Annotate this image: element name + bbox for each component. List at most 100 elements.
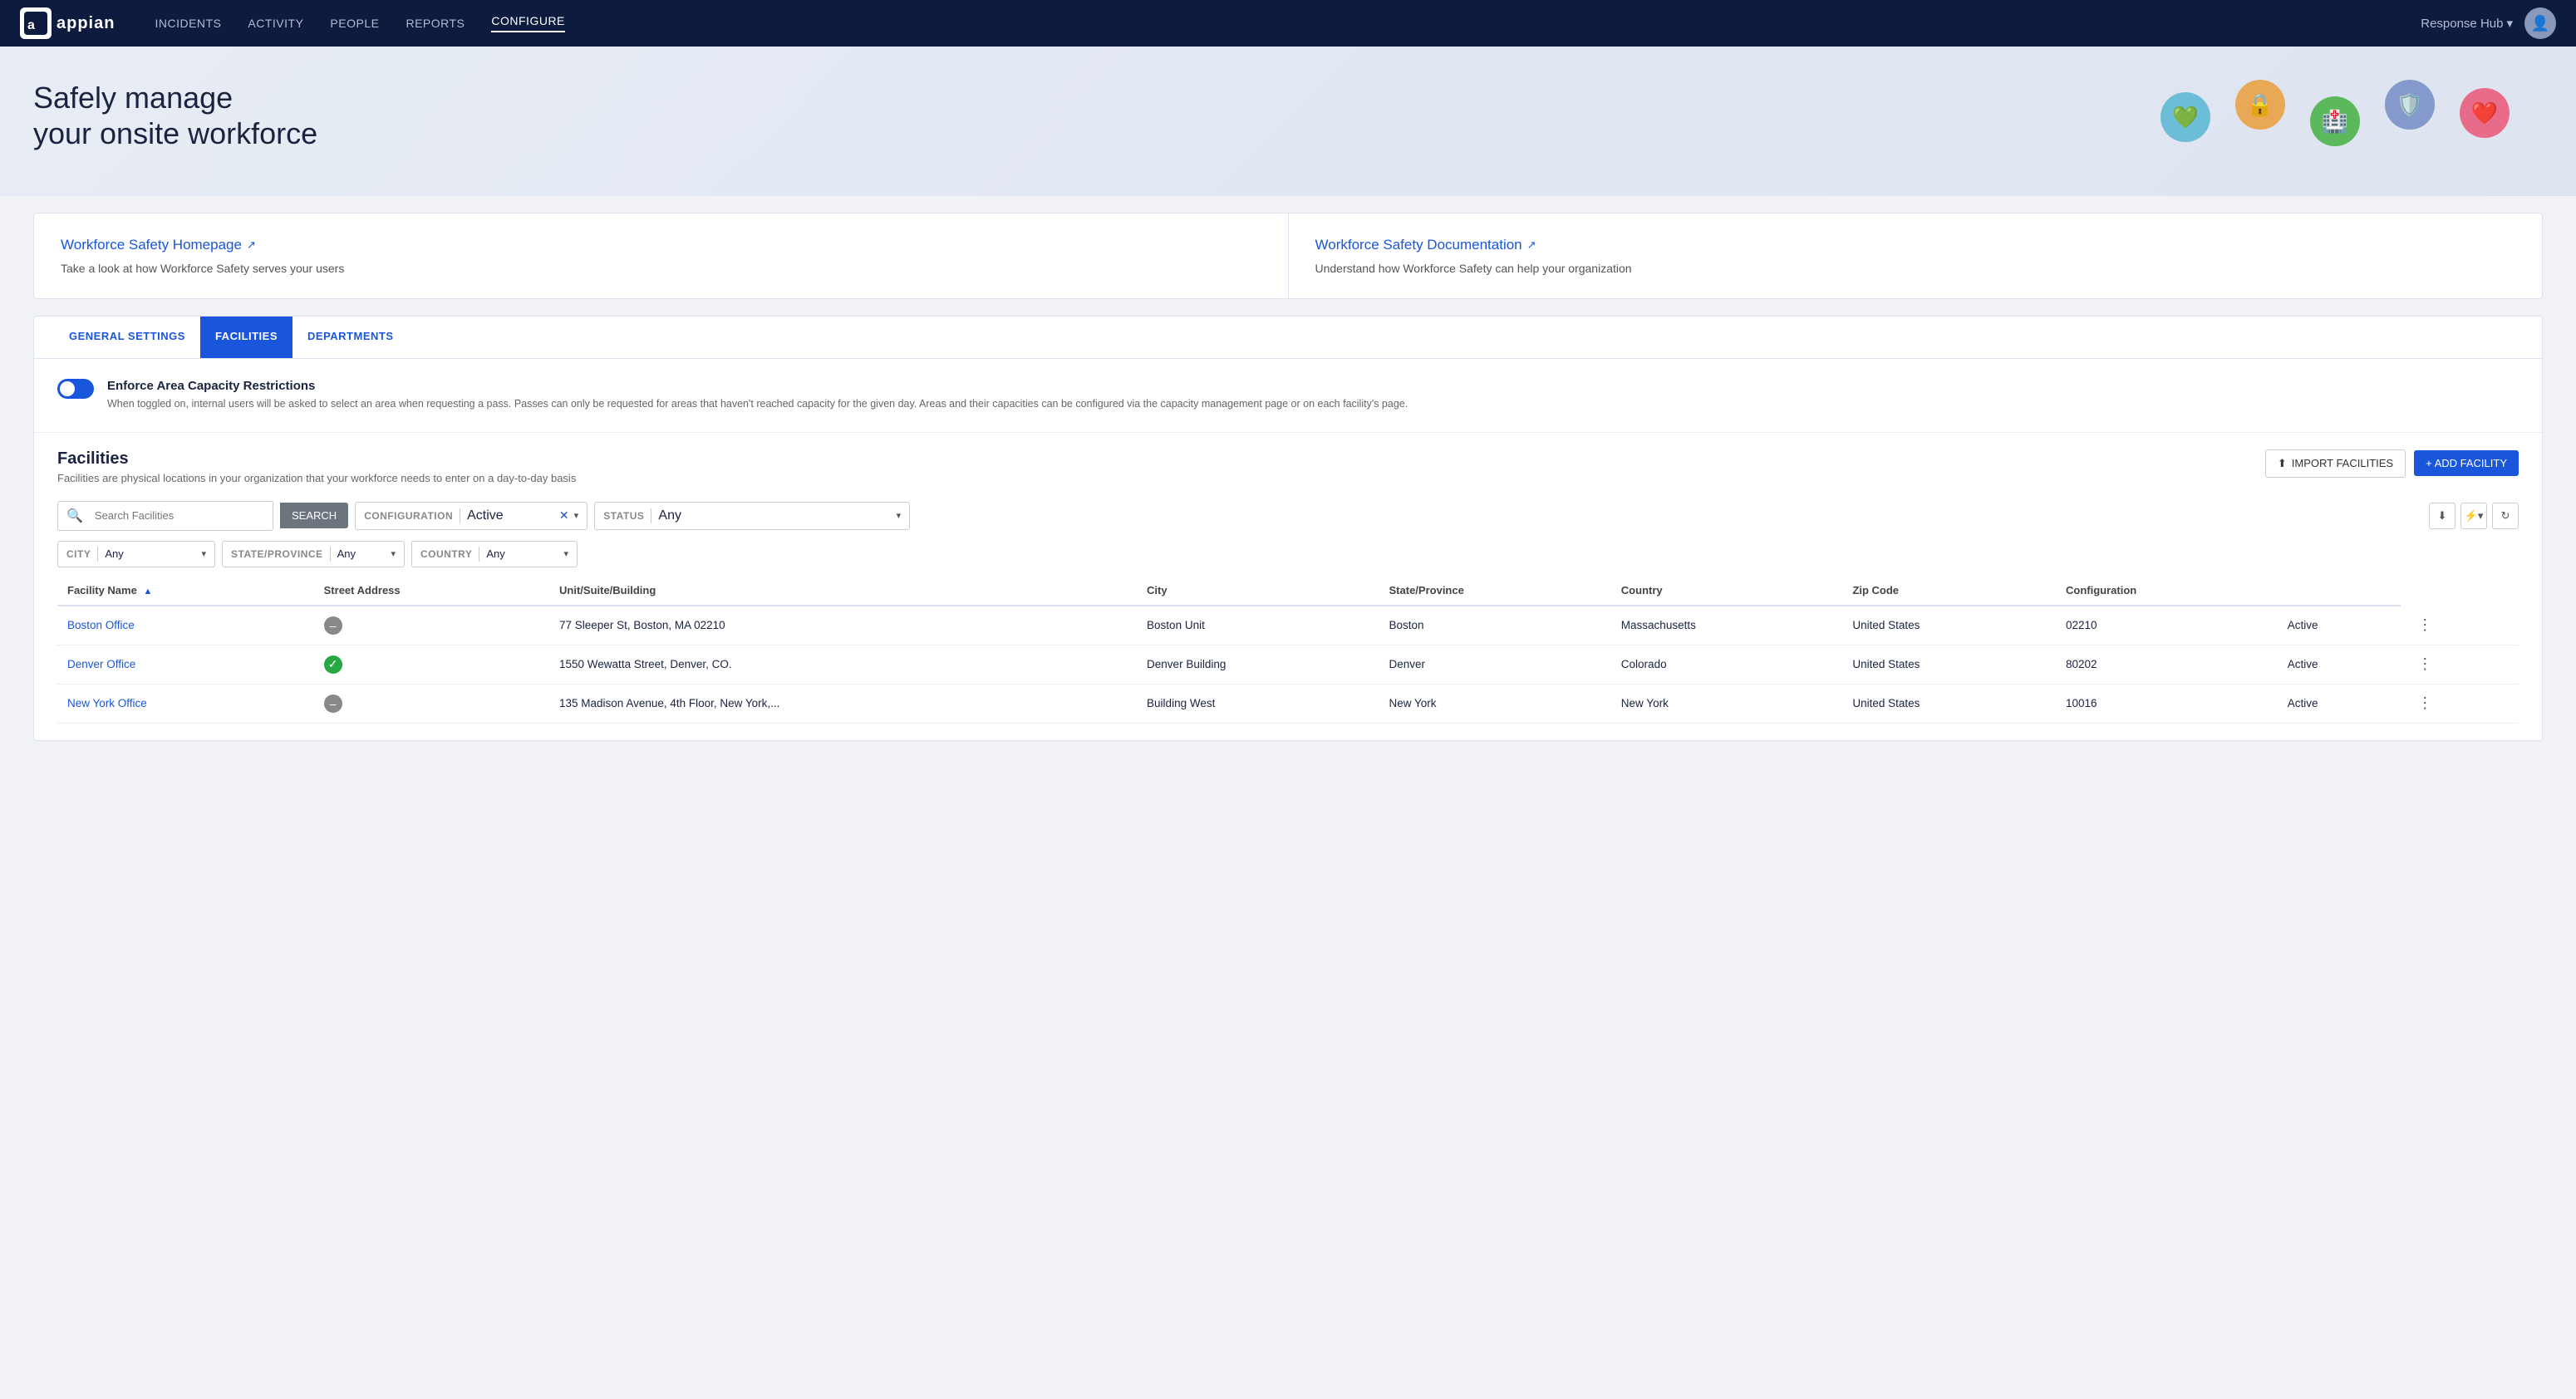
hero-icon-pulse: 💚 — [2161, 92, 2210, 142]
state-filter-label: STATE/PROVINCE — [231, 548, 323, 560]
city-filter[interactable]: CITY Any ▾ — [57, 541, 215, 567]
city-cell: Boston — [1379, 606, 1611, 646]
state-cell: Colorado — [1611, 645, 1843, 684]
tab-bar: GENERAL SETTINGS FACILITIES DEPARTMENTS — [34, 317, 2542, 359]
add-facility-button[interactable]: + ADD FACILITY — [2414, 450, 2519, 476]
country-filter[interactable]: COUNTRY Any ▾ — [411, 541, 578, 567]
unit-cell: Boston Unit — [1137, 606, 1379, 646]
facility-name-link[interactable]: Denver Office — [67, 658, 135, 670]
facility-name-link[interactable]: Boston Office — [67, 619, 135, 631]
toggle-title: Enforce Area Capacity Restrictions — [107, 379, 1408, 393]
city-cell: New York — [1379, 684, 1611, 723]
state-cell: New York — [1611, 684, 1843, 723]
row-menu-button[interactable]: ⋮ — [2411, 613, 2439, 636]
facility-name-link[interactable]: New York Office — [67, 697, 147, 709]
facility-name-cell: New York Office — [57, 684, 314, 723]
info-cards: Workforce Safety Homepage ↗ Take a look … — [33, 213, 2543, 299]
filters-row-2: CITY Any ▾ STATE/PROVINCE Any ▾ COUNTRY … — [34, 538, 2542, 576]
zip-cell: 10016 — [2056, 684, 2278, 723]
col-config: Configuration — [2056, 576, 2278, 606]
country-cell: United States — [1842, 645, 2056, 684]
row-menu-button[interactable]: ⋮ — [2411, 652, 2439, 675]
nav-reports[interactable]: REPORTS — [406, 17, 465, 30]
status-filter-caret[interactable]: ▾ — [897, 510, 902, 521]
search-button[interactable]: SEARCH — [280, 503, 348, 528]
facilities-actions: ⬆ IMPORT FACILITIES + ADD FACILITY — [2265, 449, 2519, 478]
table-row: New York Office – 135 Madison Avenue, 4t… — [57, 684, 2519, 723]
search-input[interactable] — [91, 503, 273, 528]
tab-general-settings[interactable]: GENERAL SETTINGS — [54, 317, 200, 358]
filters-row-1: 🔍 SEARCH CONFIGURATION Active ✕ ▾ STATUS… — [34, 494, 2542, 538]
status-filter-value: Any — [658, 508, 681, 523]
city-cell: Denver — [1379, 645, 1611, 684]
country-cell: United States — [1842, 606, 2056, 646]
card-documentation: Workforce Safety Documentation ↗ Underst… — [1288, 214, 2543, 298]
config-cell: Active — [2278, 606, 2401, 646]
filter-button[interactable]: ⚡▾ — [2460, 503, 2487, 529]
hero-decorations: 💚 🔒 🏥 🛡️ ❤️ — [2161, 63, 2510, 146]
col-facility-name[interactable]: Facility Name ▲ — [57, 576, 314, 606]
download-button[interactable]: ⬇ — [2429, 503, 2456, 529]
import-facilities-button[interactable]: ⬆ IMPORT FACILITIES — [2265, 449, 2406, 478]
state-filter[interactable]: STATE/PROVINCE Any ▾ — [222, 541, 405, 567]
city-filter-value: Any — [105, 547, 123, 560]
navigation: a appian INCIDENTS ACTIVITY PEOPLE REPOR… — [0, 0, 2576, 47]
country-filter-caret[interactable]: ▾ — [563, 548, 568, 559]
state-filter-caret[interactable]: ▾ — [391, 548, 396, 559]
status-filter[interactable]: STATUS Any ▾ — [594, 502, 910, 530]
app-logo[interactable]: a appian — [20, 7, 115, 39]
svg-text:a: a — [27, 18, 35, 32]
col-city: City — [1137, 576, 1379, 606]
config-filter-label: CONFIGURATION — [364, 510, 453, 522]
nav-incidents[interactable]: INCIDENTS — [155, 17, 221, 30]
state-divider — [330, 547, 331, 562]
facilities-title-area: Facilities Facilities are physical locat… — [57, 449, 2265, 484]
config-filter-value: Active — [467, 508, 504, 523]
response-hub-dropdown[interactable]: Response Hub ▾ — [2421, 16, 2513, 31]
status-icon-minus: – — [324, 616, 342, 635]
config-filter-caret[interactable]: ▾ — [574, 510, 579, 521]
nav-configure[interactable]: CONFIGURE — [491, 14, 565, 32]
toggle-desc-text: When toggled on, internal users will be … — [107, 396, 1408, 412]
toggle-row: Enforce Area Capacity Restrictions When … — [34, 359, 2542, 433]
address-cell: 135 Madison Avenue, 4th Floor, New York,… — [549, 684, 1137, 723]
external-link-icon: ↗ — [247, 238, 256, 252]
state-cell: Massachusetts — [1611, 606, 1843, 646]
tab-facilities[interactable]: FACILITIES — [200, 317, 293, 358]
nav-right: Response Hub ▾ 👤 — [2421, 7, 2556, 39]
row-menu-cell: ⋮ — [2401, 684, 2519, 723]
configuration-filter[interactable]: CONFIGURATION Active ✕ ▾ — [355, 502, 587, 530]
status-icon-check: ✓ — [324, 655, 342, 674]
capacity-toggle[interactable] — [57, 379, 94, 399]
hero-icon-lock: 🔒 — [2235, 80, 2285, 130]
facility-name-cell: Denver Office — [57, 645, 314, 684]
documentation-link[interactable]: Workforce Safety Documentation ↗ — [1315, 237, 2516, 253]
col-country: Country — [1611, 576, 1843, 606]
status-cell: – — [314, 684, 549, 723]
facilities-table: Facility Name ▲ Street Address Unit/Suit… — [57, 576, 2519, 724]
nav-people[interactable]: PEOPLE — [330, 17, 379, 30]
card-homepage: Workforce Safety Homepage ↗ Take a look … — [34, 214, 1288, 298]
status-filter-label: STATUS — [603, 510, 644, 522]
unit-cell: Building West — [1137, 684, 1379, 723]
city-filter-caret[interactable]: ▾ — [201, 548, 206, 559]
toggle-description: Enforce Area Capacity Restrictions When … — [107, 379, 1408, 412]
col-street-address: Street Address — [314, 576, 549, 606]
tab-departments[interactable]: DEPARTMENTS — [293, 317, 408, 358]
search-icon: 🔍 — [58, 502, 91, 530]
unit-cell: Denver Building — [1137, 645, 1379, 684]
table-body: Boston Office – 77 Sleeper St, Boston, M… — [57, 606, 2519, 724]
state-filter-value: Any — [337, 547, 356, 560]
hero-icon-heart: ❤️ — [2460, 88, 2510, 138]
main-panel: GENERAL SETTINGS FACILITIES DEPARTMENTS … — [33, 316, 2543, 741]
country-filter-value: Any — [486, 547, 504, 560]
nav-activity[interactable]: ACTIVITY — [248, 17, 303, 30]
homepage-link[interactable]: Workforce Safety Homepage ↗ — [61, 237, 1261, 253]
refresh-button[interactable]: ↻ — [2492, 503, 2519, 529]
zip-cell: 80202 — [2056, 645, 2278, 684]
row-menu-button[interactable]: ⋮ — [2411, 691, 2439, 714]
documentation-desc: Understand how Workforce Safety can help… — [1315, 262, 2516, 275]
user-avatar[interactable]: 👤 — [2524, 7, 2556, 39]
zip-cell: 02210 — [2056, 606, 2278, 646]
config-filter-clear[interactable]: ✕ — [559, 508, 569, 523]
